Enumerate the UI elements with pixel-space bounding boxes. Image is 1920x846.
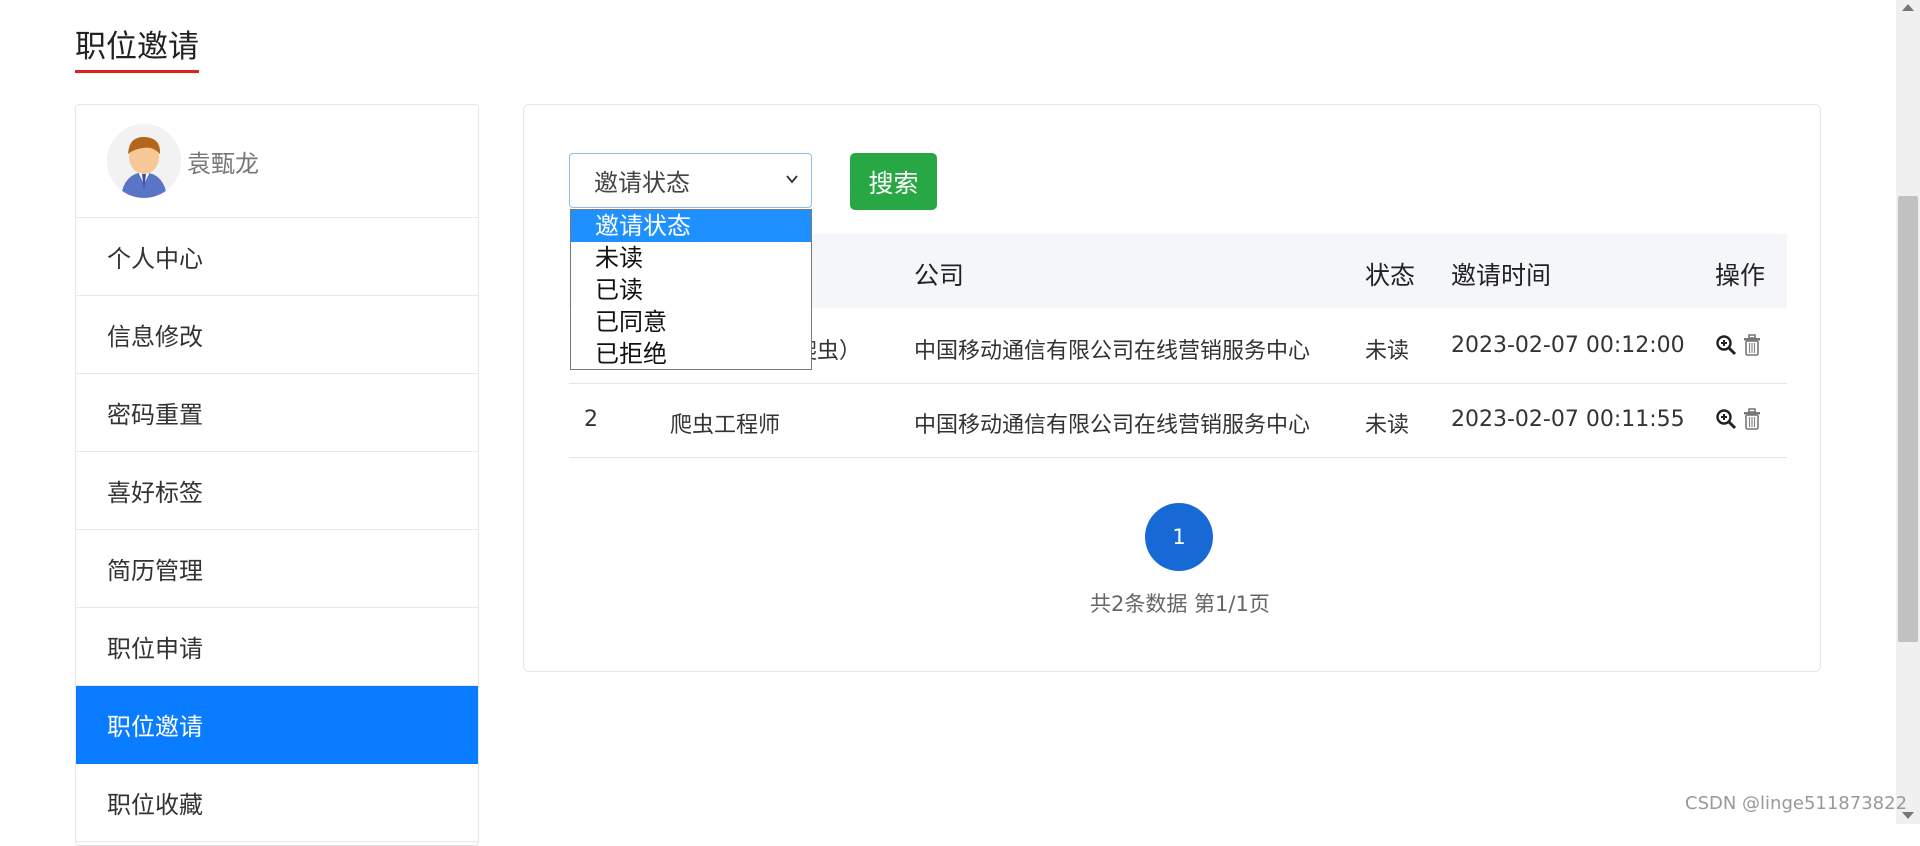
page-button-current[interactable]: 1 xyxy=(1145,503,1213,571)
dropdown-option[interactable]: 已同意 xyxy=(571,306,811,338)
sidebar-item-preference-tags[interactable]: 喜好标签 xyxy=(76,452,478,530)
status-dropdown-list: 邀请状态 未读 已读 已同意 已拒绝 xyxy=(570,209,812,370)
row-index: 2 xyxy=(584,407,598,432)
row-company: 中国移动通信有限公司在线营销服务中心 xyxy=(914,339,1311,364)
sidebar-item-password-reset[interactable]: 密码重置 xyxy=(76,374,478,452)
zoom-in-icon[interactable] xyxy=(1715,408,1737,430)
sidebar-item-info-edit[interactable]: 信息修改 xyxy=(76,296,478,374)
trash-icon[interactable] xyxy=(1741,334,1763,356)
column-header-invite-time: 邀请时间 xyxy=(1451,261,1552,290)
row-company: 中国移动通信有限公司在线营销服务中心 xyxy=(914,413,1311,438)
search-button[interactable]: 搜索 xyxy=(850,153,937,210)
row-status: 未读 xyxy=(1365,413,1410,438)
dropdown-option[interactable]: 已拒绝 xyxy=(571,338,811,370)
row-time: 2023-02-07 00:11:55 xyxy=(1451,407,1685,432)
sidebar-item-job-favorites[interactable]: 职位收藏 xyxy=(76,764,478,842)
column-header-actions: 操作 xyxy=(1715,261,1766,290)
invite-status-select[interactable]: 邀请状态 xyxy=(569,153,812,208)
sidebar-item-resume-management[interactable]: 简历管理 xyxy=(76,530,478,608)
column-header-company: 公司 xyxy=(914,261,965,290)
dropdown-option[interactable]: 邀请状态 xyxy=(571,210,811,242)
chevron-down-icon xyxy=(786,175,798,184)
column-header-status: 状态 xyxy=(1365,261,1416,290)
sidebar-item-job-invitations[interactable]: 职位邀请 xyxy=(76,686,478,764)
user-profile: 袁甄龙 xyxy=(76,105,478,218)
trash-icon[interactable] xyxy=(1741,408,1763,430)
select-value: 邀请状态 xyxy=(594,169,690,197)
row-status: 未读 xyxy=(1365,339,1410,364)
table-row: 2 爬虫工程师 中国移动通信有限公司在线营销服务中心 未读 2023-02-07… xyxy=(569,383,1787,458)
pagination-info: 共2条数据 第1/1页 xyxy=(1090,592,1270,616)
scroll-up-arrow-icon[interactable] xyxy=(1902,4,1914,11)
row-position: 爬虫工程师 xyxy=(670,413,781,438)
avatar[interactable] xyxy=(107,124,181,198)
page-title: 职位邀请 xyxy=(75,26,199,73)
dropdown-option[interactable]: 已读 xyxy=(571,274,811,306)
zoom-in-icon[interactable] xyxy=(1715,334,1737,356)
dropdown-option[interactable]: 未读 xyxy=(571,242,811,274)
sidebar-item-personal-center[interactable]: 个人中心 xyxy=(76,218,478,296)
row-time: 2023-02-07 00:12:00 xyxy=(1451,333,1685,358)
scrollbar-thumb[interactable] xyxy=(1898,196,1918,642)
sidebar-item-job-applications[interactable]: 职位申请 xyxy=(76,608,478,686)
username: 袁甄龙 xyxy=(187,149,259,178)
sidebar: 袁甄龙 个人中心 信息修改 密码重置 喜好标签 简历管理 职位申请 职位邀请 职… xyxy=(75,104,479,846)
watermark: CSDN @linge511873822 xyxy=(1685,793,1908,814)
